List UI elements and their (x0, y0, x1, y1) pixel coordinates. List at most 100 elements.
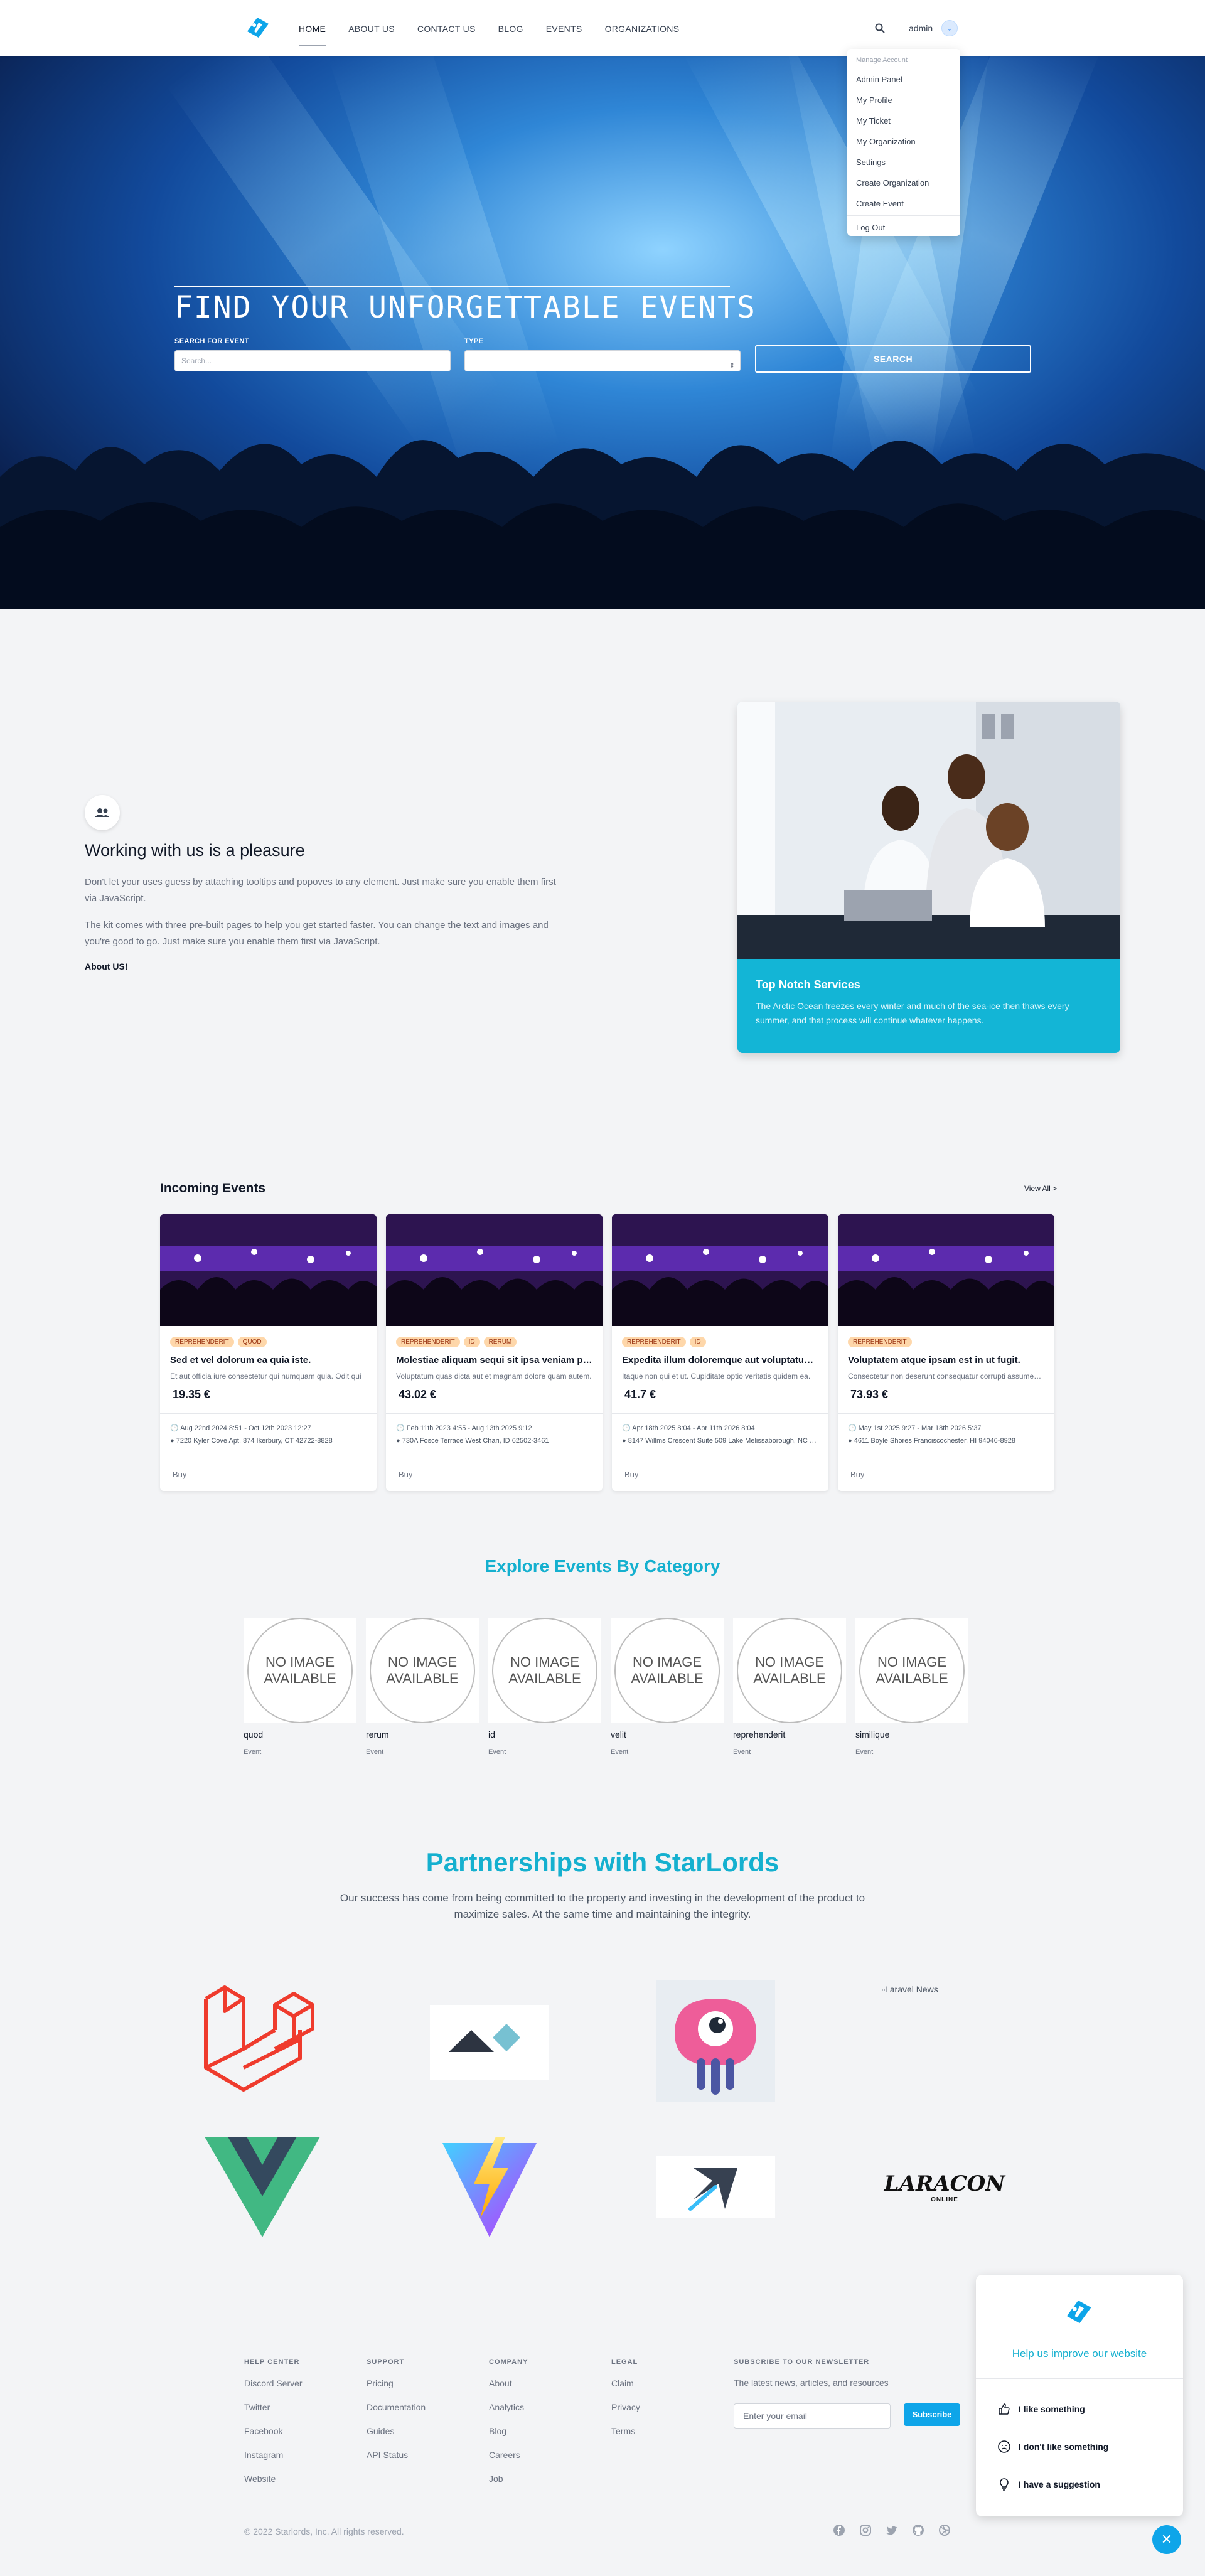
category-name[interactable]: quod (244, 1729, 356, 1740)
event-tag: REPREHENDERIT (848, 1337, 912, 1347)
footer-link[interactable]: Guides (367, 2426, 426, 2450)
view-all-link[interactable]: View All > (1024, 1184, 1057, 1193)
vite-logo[interactable] (436, 2130, 543, 2243)
nav-events[interactable]: EVENTS (546, 24, 582, 46)
footer-column-help: HELP CENTER Discord Server Twitter Faceb… (244, 2358, 303, 2498)
no-image-placeholder: NO IMAGE AVAILABLE (737, 1618, 842, 1723)
pin-icon: ● (170, 1437, 176, 1445)
category-name[interactable]: velit (611, 1729, 724, 1740)
footer-link[interactable]: Claim (611, 2378, 640, 2402)
category-item[interactable]: NO IMAGE AVAILABLE id Event (488, 1618, 601, 1756)
footer-link[interactable]: Privacy (611, 2402, 640, 2426)
dribbble-icon[interactable] (938, 2524, 951, 2536)
category-item[interactable]: NO IMAGE AVAILABLE reprehenderit Event (733, 1618, 846, 1756)
footer-link[interactable]: Analytics (489, 2402, 528, 2426)
laracon-logo[interactable]: LARACON ONLINE (882, 2146, 1007, 2228)
feedback-dislike[interactable]: I don't like something (997, 2440, 1108, 2454)
footer-link[interactable]: Instagram (244, 2450, 303, 2474)
footer-link[interactable]: Discord Server (244, 2378, 303, 2402)
card-title: Top Notch Services (756, 978, 860, 991)
dropdown-header: Manage Account (856, 56, 908, 64)
user-name[interactable]: admin (909, 23, 933, 33)
category-item[interactable]: NO IMAGE AVAILABLE velit Event (611, 1618, 724, 1756)
footer-link[interactable]: API Status (367, 2450, 426, 2474)
account-dropdown: Manage Account Admin Panel My Profile My… (847, 49, 960, 236)
laravel-news-logo[interactable]: ▫Laravel News (882, 1984, 938, 1994)
footer-link[interactable]: Job (489, 2474, 528, 2498)
footer-link[interactable]: Twitter (244, 2402, 303, 2426)
category-item[interactable]: NO IMAGE AVAILABLE quod Event (244, 1618, 356, 1756)
event-description: Voluptatum quas dicta aut et magnam dolo… (396, 1372, 592, 1381)
category-subtitle: Event (244, 1748, 262, 1756)
github-icon[interactable] (912, 2524, 924, 2536)
feedback-like[interactable]: I like something (997, 2402, 1085, 2416)
buy-button[interactable]: Buy (399, 1470, 412, 1479)
category-name[interactable]: similique (855, 1729, 968, 1740)
type-select[interactable]: ⇕ (464, 350, 741, 371)
subscribe-button[interactable]: Subscribe (904, 2403, 960, 2426)
dropdown-settings[interactable]: Settings (847, 152, 960, 173)
event-title[interactable]: Voluptatem atque ipsam est in ut fugit. (848, 1355, 1044, 1365)
close-feedback-button[interactable]: ✕ (1152, 2525, 1181, 2554)
footer-link[interactable]: Careers (489, 2450, 528, 2474)
event-price: 73.93 € (850, 1388, 889, 1401)
about-us-link[interactable]: About US! (85, 961, 127, 971)
event-address: ● 730A Fosce Terrace West Chari, ID 6250… (396, 1437, 592, 1445)
dropdown-admin-panel[interactable]: Admin Panel (847, 69, 960, 90)
buy-button[interactable]: Buy (624, 1470, 638, 1479)
footer-link[interactable]: About (489, 2378, 528, 2402)
divider (386, 1413, 602, 1414)
nav-blog[interactable]: BLOG (498, 24, 523, 46)
footer-link[interactable]: Website (244, 2474, 303, 2498)
event-card[interactable]: REPREHENDERIT ID Expedita illum doloremq… (612, 1214, 828, 1491)
vue-logo[interactable] (200, 2130, 325, 2243)
buy-button[interactable]: Buy (850, 1470, 864, 1479)
category-name[interactable]: reprehenderit (733, 1729, 846, 1740)
instagram-icon[interactable] (859, 2524, 872, 2536)
nav-contact[interactable]: CONTACT US (417, 24, 476, 46)
user-avatar-icon[interactable]: ⌄ (941, 20, 958, 36)
nav-home[interactable]: HOME (299, 24, 326, 46)
footer-link[interactable]: Facebook (244, 2426, 303, 2450)
newsletter-email-input[interactable]: Enter your email (734, 2403, 891, 2429)
category-item[interactable]: NO IMAGE AVAILABLE rerum Event (366, 1618, 479, 1756)
event-title[interactable]: Molestiae aliquam sequi sit ipsa veniam … (396, 1355, 592, 1365)
event-card[interactable]: REPREHENDERIT QUOD Sed et vel dolorum ea… (160, 1214, 377, 1491)
footer-link[interactable]: Documentation (367, 2402, 426, 2426)
search-button[interactable]: SEARCH (755, 345, 1031, 373)
dropdown-my-ticket[interactable]: My Ticket (847, 110, 960, 131)
buy-button[interactable]: Buy (173, 1470, 186, 1479)
inertia-logo[interactable] (656, 2156, 775, 2218)
category-item[interactable]: NO IMAGE AVAILABLE similique Event (855, 1618, 968, 1756)
event-price: 19.35 € (173, 1388, 211, 1401)
footer-link[interactable]: Pricing (367, 2378, 426, 2402)
dropdown-my-organization[interactable]: My Organization (847, 131, 960, 152)
livewire-logo[interactable] (656, 1980, 775, 2102)
feedback-suggestion[interactable]: I have a suggestion (997, 2477, 1100, 2491)
search-icon[interactable] (874, 23, 886, 34)
event-address: ● 7220 Kyler Cove Apt. 874 Ikerbury, CT … (170, 1437, 367, 1445)
footer-column-company: COMPANY About Analytics Blog Careers Job (489, 2358, 528, 2498)
nav-about[interactable]: ABOUT US (348, 24, 395, 46)
dropdown-create-organization[interactable]: Create Organization (847, 173, 960, 193)
footer-link[interactable]: Blog (489, 2426, 528, 2450)
category-name[interactable]: rerum (366, 1729, 479, 1740)
category-image: NO IMAGE AVAILABLE (855, 1618, 968, 1723)
feedback-suggestion-label: I have a suggestion (1019, 2479, 1100, 2489)
dropdown-my-profile[interactable]: My Profile (847, 90, 960, 110)
event-title[interactable]: Sed et vel dolorum ea quia iste. (170, 1355, 367, 1365)
twitter-icon[interactable] (886, 2524, 898, 2536)
category-name[interactable]: id (488, 1729, 601, 1740)
dropdown-logout[interactable]: Log Out (847, 217, 960, 238)
event-search-input[interactable]: Search... (174, 350, 451, 371)
event-card[interactable]: REPREHENDERIT ID RERUM Molestiae aliquam… (386, 1214, 602, 1491)
facebook-icon[interactable] (833, 2524, 845, 2536)
ticket-logo-icon[interactable] (244, 15, 271, 40)
nav-organizations[interactable]: ORGANIZATIONS (605, 24, 680, 46)
event-title[interactable]: Expedita illum doloremque aut voluptatum… (622, 1355, 818, 1365)
footer-link[interactable]: Terms (611, 2426, 640, 2450)
laravel-logo[interactable] (200, 1980, 325, 2105)
alpine-logo[interactable] (430, 2005, 549, 2080)
event-card[interactable]: REPREHENDERIT Voluptatem atque ipsam est… (838, 1214, 1054, 1491)
dropdown-create-event[interactable]: Create Event (847, 193, 960, 214)
